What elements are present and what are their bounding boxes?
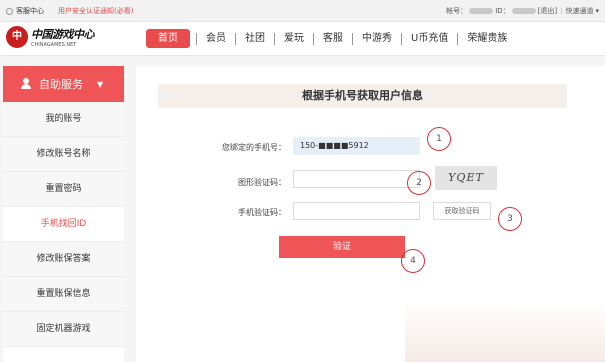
phone-label: 您绑定的手机号： bbox=[222, 143, 286, 152]
id-value-redacted bbox=[511, 8, 536, 14]
sidebar-item-rename-account[interactable]: 修改账号名称 bbox=[3, 137, 124, 172]
top-bar-left: 客服中心 用户安全认证通知(必看) bbox=[6, 6, 133, 16]
step-marker-3: 3 bbox=[498, 207, 522, 231]
logo-text: 中国游戏中心 bbox=[31, 28, 95, 41]
quick-access-menu[interactable]: 快速通道 bbox=[565, 6, 593, 16]
sidebar-item-reset-security-info[interactable]: 重置账保信息 bbox=[3, 277, 124, 312]
nav-honor-noble[interactable]: 荣耀贵族 bbox=[458, 29, 516, 48]
sidebar-item-reset-password[interactable]: 重置密码 bbox=[3, 172, 124, 207]
get-sms-code-button[interactable]: 获取验证码 bbox=[433, 202, 491, 220]
phone-field[interactable]: 150-■■■■5912 bbox=[293, 137, 420, 155]
step-marker-1: 1 bbox=[427, 127, 451, 151]
nav-zhongyouxiu[interactable]: 中游秀 bbox=[353, 29, 401, 48]
main-panel: 根据手机号获取用户信息 您绑定的手机号： 150-■■■■5912 图形验证码：… bbox=[136, 66, 605, 362]
top-bar: 客服中心 用户安全认证通知(必看) 帐号： ID： [退出] | 快速通道 ▾ bbox=[0, 0, 605, 22]
main-nav: 首页 会员 社团 爱玩 客服 中游秀 U币充值 荣耀贵族 bbox=[146, 29, 516, 48]
captcha-label: 图形验证码： bbox=[238, 178, 286, 187]
sidebar-item-change-security-answer[interactable]: 修改账保答案 bbox=[3, 242, 124, 277]
caret-down-icon: ▼ bbox=[97, 79, 104, 89]
id-label: ID： bbox=[495, 7, 510, 15]
customer-service-icon bbox=[6, 7, 13, 15]
logo-subtext: CHINAGAMES.NET bbox=[31, 42, 77, 48]
page-title: 根据手机号获取用户信息 bbox=[158, 84, 567, 108]
customer-service-link[interactable]: 客服中心 bbox=[16, 6, 44, 16]
verify-button[interactable]: 验证 bbox=[279, 236, 405, 258]
nav-home[interactable]: 首页 bbox=[146, 29, 190, 48]
nav-aiwan[interactable]: 爱玩 bbox=[275, 29, 313, 48]
sidebar-item-recover-id-by-phone[interactable]: 手机找回ID bbox=[3, 207, 124, 242]
security-notice-link[interactable]: 用户安全认证通知(必看) bbox=[58, 6, 133, 16]
sidebar-header[interactable]: 自助服务 ▼ bbox=[3, 66, 124, 102]
captcha-input[interactable] bbox=[293, 170, 420, 188]
nav-member[interactable]: 会员 bbox=[197, 29, 235, 48]
sidebar: 自助服务 ▼ 我的账号 修改账号名称 重置密码 手机找回ID 修改账保答案 重置… bbox=[3, 66, 124, 362]
step-marker-2: 2 bbox=[407, 171, 431, 195]
logo-mark: 中 bbox=[6, 26, 28, 48]
sms-code-label: 手机验证码： bbox=[238, 208, 286, 217]
logout-link[interactable]: [退出] bbox=[538, 6, 557, 16]
sidebar-item-fixed-machine[interactable]: 固定机器游戏 bbox=[3, 312, 124, 347]
nav-service[interactable]: 客服 bbox=[314, 29, 352, 48]
top-bar-right: 帐号： ID： [退出] | 快速通道 ▾ bbox=[446, 6, 599, 16]
account-value-redacted bbox=[469, 8, 494, 14]
divider: | bbox=[560, 7, 563, 15]
step-marker-4: 4 bbox=[401, 249, 425, 273]
sidebar-item-my-account[interactable]: 我的账号 bbox=[3, 102, 124, 137]
sidebar-header-label: 自助服务 bbox=[39, 78, 83, 91]
nav-club[interactable]: 社团 bbox=[236, 29, 274, 48]
site-header: 中 中国游戏中心 CHINAGAMES.NET 首页 会员 社团 爱玩 客服 中… bbox=[0, 22, 605, 56]
background-decoration bbox=[405, 302, 605, 362]
site-logo[interactable]: 中 中国游戏中心 CHINAGAMES.NET bbox=[6, 26, 95, 48]
nav-ucoin-recharge[interactable]: U币充值 bbox=[402, 29, 457, 48]
captcha-image[interactable]: YQET bbox=[435, 166, 497, 190]
chevron-down-icon: ▾ bbox=[595, 7, 599, 15]
user-settings-icon bbox=[21, 78, 35, 90]
sms-code-input[interactable] bbox=[293, 202, 420, 220]
account-label: 帐号： bbox=[446, 7, 468, 15]
